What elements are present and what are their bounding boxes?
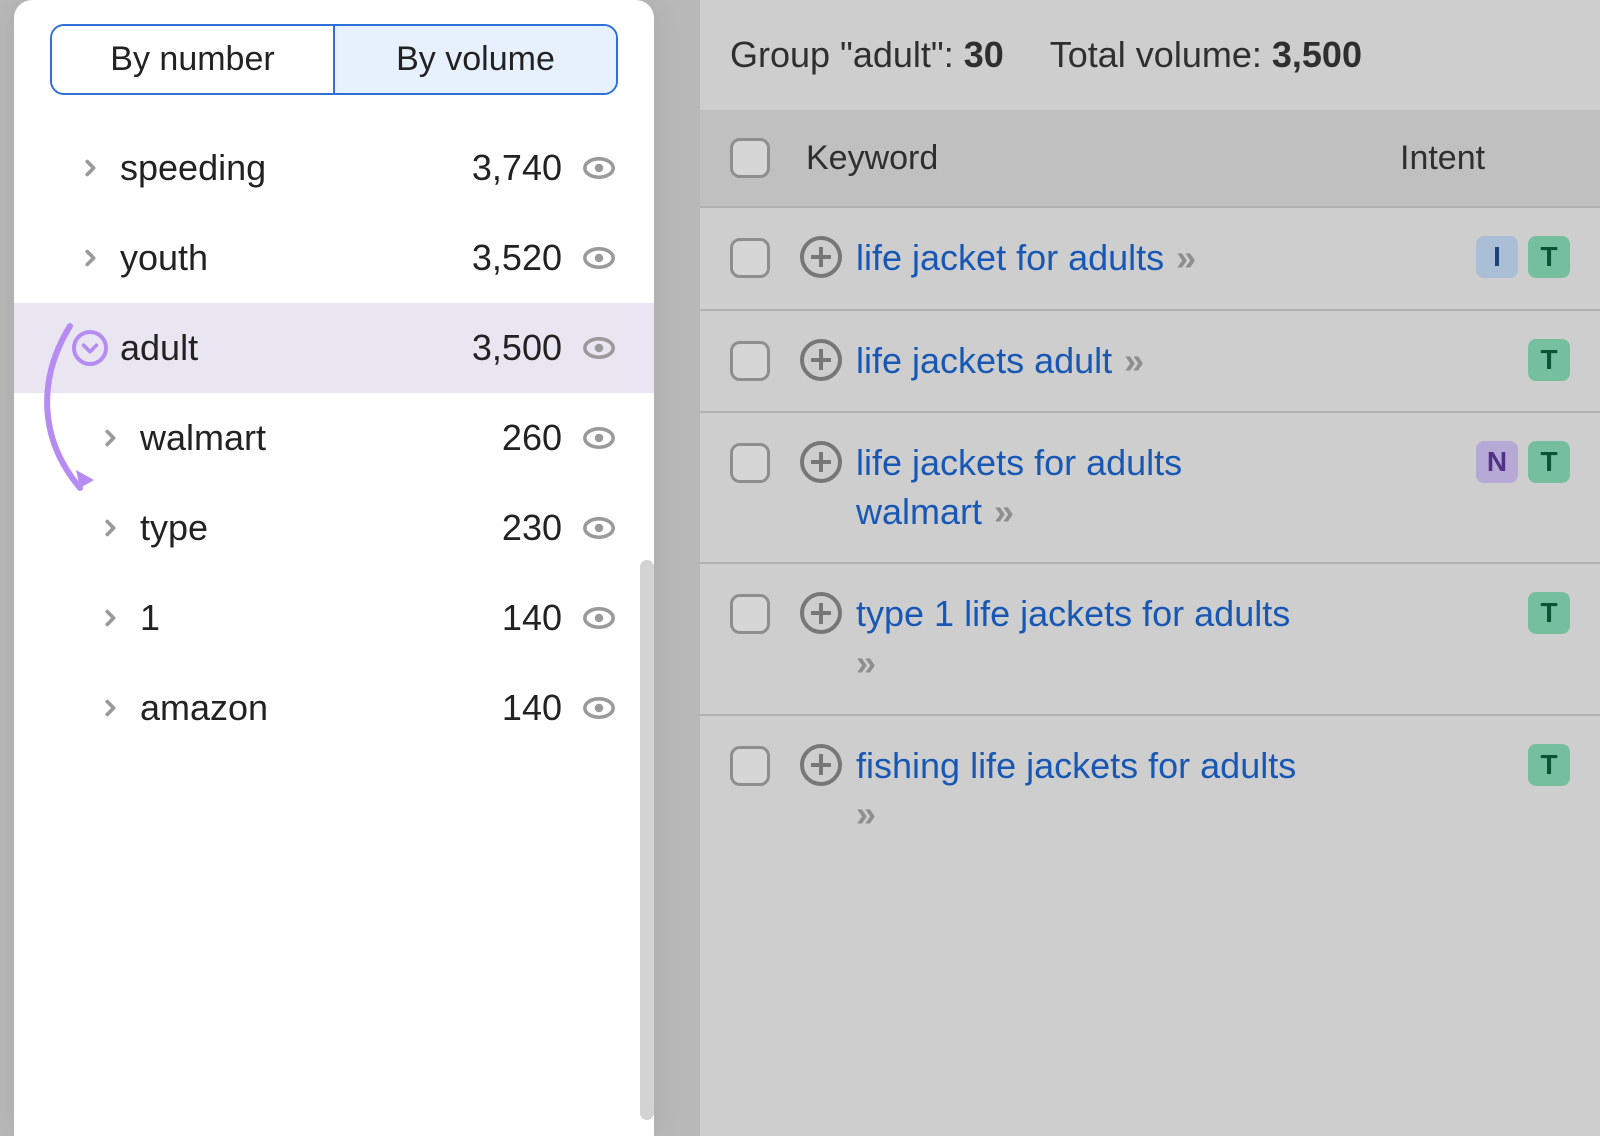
tab-by-volume[interactable]: By volume	[335, 26, 616, 93]
chevron-down-icon[interactable]	[72, 330, 108, 366]
chevron-right-icon[interactable]	[92, 690, 128, 726]
keyword-row: life jackets for adults walmart » NT	[700, 411, 1600, 562]
keyword-rows: life jacket for adults »ITlife jackets a…	[700, 206, 1600, 865]
row-checkbox[interactable]	[730, 594, 770, 634]
double-chevron-icon: »	[1118, 340, 1140, 381]
chevron-right-icon[interactable]	[92, 600, 128, 636]
row-checkbox[interactable]	[730, 443, 770, 483]
group-name: adult	[853, 34, 931, 75]
group-volume: 3,740	[472, 147, 562, 189]
add-keyword-icon[interactable]	[800, 592, 842, 634]
group-volume: 3,520	[472, 237, 562, 279]
intent-badges: IT	[1476, 234, 1570, 278]
group-row-1[interactable]: 1140	[14, 573, 654, 663]
add-keyword-icon[interactable]	[800, 744, 842, 786]
eye-icon[interactable]	[580, 689, 618, 727]
row-checkbox[interactable]	[730, 746, 770, 786]
group-label: speeding	[120, 147, 472, 189]
add-keyword-icon[interactable]	[800, 236, 842, 278]
keyword-row: type 1 life jackets for adults » T	[700, 562, 1600, 713]
group-summary-header: Group "adult": 30 Total volume: 3,500	[700, 0, 1600, 110]
group-name-summary: Group "adult": 30	[730, 34, 1004, 76]
double-chevron-icon: »	[856, 642, 872, 683]
double-chevron-icon: »	[988, 491, 1010, 532]
keyword-text: fishing life jackets for adults	[856, 745, 1296, 786]
intent-badge-t[interactable]: T	[1528, 592, 1570, 634]
group-label: 1	[140, 597, 502, 639]
keyword-table-panel: Group "adult": 30 Total volume: 3,500 Ke…	[700, 0, 1600, 1136]
intent-badge-t[interactable]: T	[1528, 441, 1570, 483]
eye-icon[interactable]	[580, 419, 618, 457]
eye-icon[interactable]	[580, 149, 618, 187]
chevron-right-icon[interactable]	[72, 150, 108, 186]
intent-badge-t[interactable]: T	[1528, 744, 1570, 786]
add-keyword-icon[interactable]	[800, 441, 842, 483]
keyword-link[interactable]: life jackets adult »	[856, 337, 1140, 386]
add-keyword-icon[interactable]	[800, 339, 842, 381]
intent-badge-t[interactable]: T	[1528, 236, 1570, 278]
keyword-link[interactable]: type 1 life jackets for adults »	[856, 590, 1316, 687]
group-volume: 260	[502, 417, 562, 459]
group-row-amazon[interactable]: amazon140	[14, 663, 654, 753]
group-volume: 140	[502, 597, 562, 639]
chevron-right-icon[interactable]	[92, 510, 128, 546]
group-count: 30	[964, 34, 1004, 75]
intent-badges: T	[1528, 337, 1570, 381]
keyword-row: fishing life jackets for adults » T	[700, 714, 1600, 865]
eye-icon[interactable]	[580, 599, 618, 637]
keyword-text: life jackets for adults walmart	[856, 442, 1182, 532]
keyword-text: life jacket for adults	[856, 237, 1164, 278]
intent-badges: NT	[1476, 439, 1570, 483]
group-volume: 230	[502, 507, 562, 549]
keyword-row: life jacket for adults » IT	[700, 206, 1600, 309]
total-volume-value: 3,500	[1272, 34, 1362, 75]
total-volume-label: Total volume:	[1050, 34, 1272, 75]
tab-by-number[interactable]: By number	[52, 26, 335, 93]
group-label: type	[140, 507, 502, 549]
group-volume: 140	[502, 687, 562, 729]
eye-icon[interactable]	[580, 329, 618, 367]
group-row-youth[interactable]: youth3,520	[14, 213, 654, 303]
keyword-groups-sidebar: By number By volume speeding3,740youth3,…	[14, 0, 654, 1136]
group-sort-tabs: By number By volume	[50, 24, 618, 95]
total-volume-summary: Total volume: 3,500	[1050, 34, 1362, 76]
intent-badges: T	[1528, 742, 1570, 786]
keyword-text: life jackets adult	[856, 340, 1112, 381]
column-header-intent[interactable]: Intent	[1400, 139, 1570, 178]
column-header-keyword[interactable]: Keyword	[806, 139, 1400, 178]
intent-badge-t[interactable]: T	[1528, 339, 1570, 381]
group-label-prefix: Group "	[730, 34, 853, 75]
chevron-right-icon[interactable]	[72, 240, 108, 276]
intent-badges: T	[1528, 590, 1570, 634]
double-chevron-icon: »	[1170, 237, 1192, 278]
keyword-link[interactable]: life jackets for adults walmart »	[856, 439, 1316, 536]
select-all-checkbox[interactable]	[730, 138, 770, 178]
keyword-link[interactable]: fishing life jackets for adults »	[856, 742, 1316, 839]
row-checkbox[interactable]	[730, 238, 770, 278]
group-row-adult[interactable]: adult3,500	[14, 303, 654, 393]
eye-icon[interactable]	[580, 239, 618, 277]
table-header-row: Keyword Intent	[700, 110, 1600, 206]
chevron-right-icon[interactable]	[92, 420, 128, 456]
intent-badge-i[interactable]: I	[1476, 236, 1518, 278]
group-label: walmart	[140, 417, 502, 459]
intent-badge-n[interactable]: N	[1476, 441, 1518, 483]
sidebar-scrollbar[interactable]	[640, 560, 654, 1120]
group-row-walmart[interactable]: walmart260	[14, 393, 654, 483]
keyword-link[interactable]: life jacket for adults »	[856, 234, 1192, 283]
group-label-suffix: ":	[931, 34, 964, 75]
keyword-row: life jackets adult » T	[700, 309, 1600, 412]
double-chevron-icon: »	[856, 793, 872, 834]
keyword-text: type 1 life jackets for adults	[856, 593, 1290, 634]
row-checkbox[interactable]	[730, 341, 770, 381]
group-volume: 3,500	[472, 327, 562, 369]
group-row-type[interactable]: type230	[14, 483, 654, 573]
group-label: amazon	[140, 687, 502, 729]
group-list: speeding3,740youth3,520adult3,500walmart…	[14, 123, 654, 753]
group-row-speeding[interactable]: speeding3,740	[14, 123, 654, 213]
group-label: adult	[120, 327, 472, 369]
eye-icon[interactable]	[580, 509, 618, 547]
group-label: youth	[120, 237, 472, 279]
